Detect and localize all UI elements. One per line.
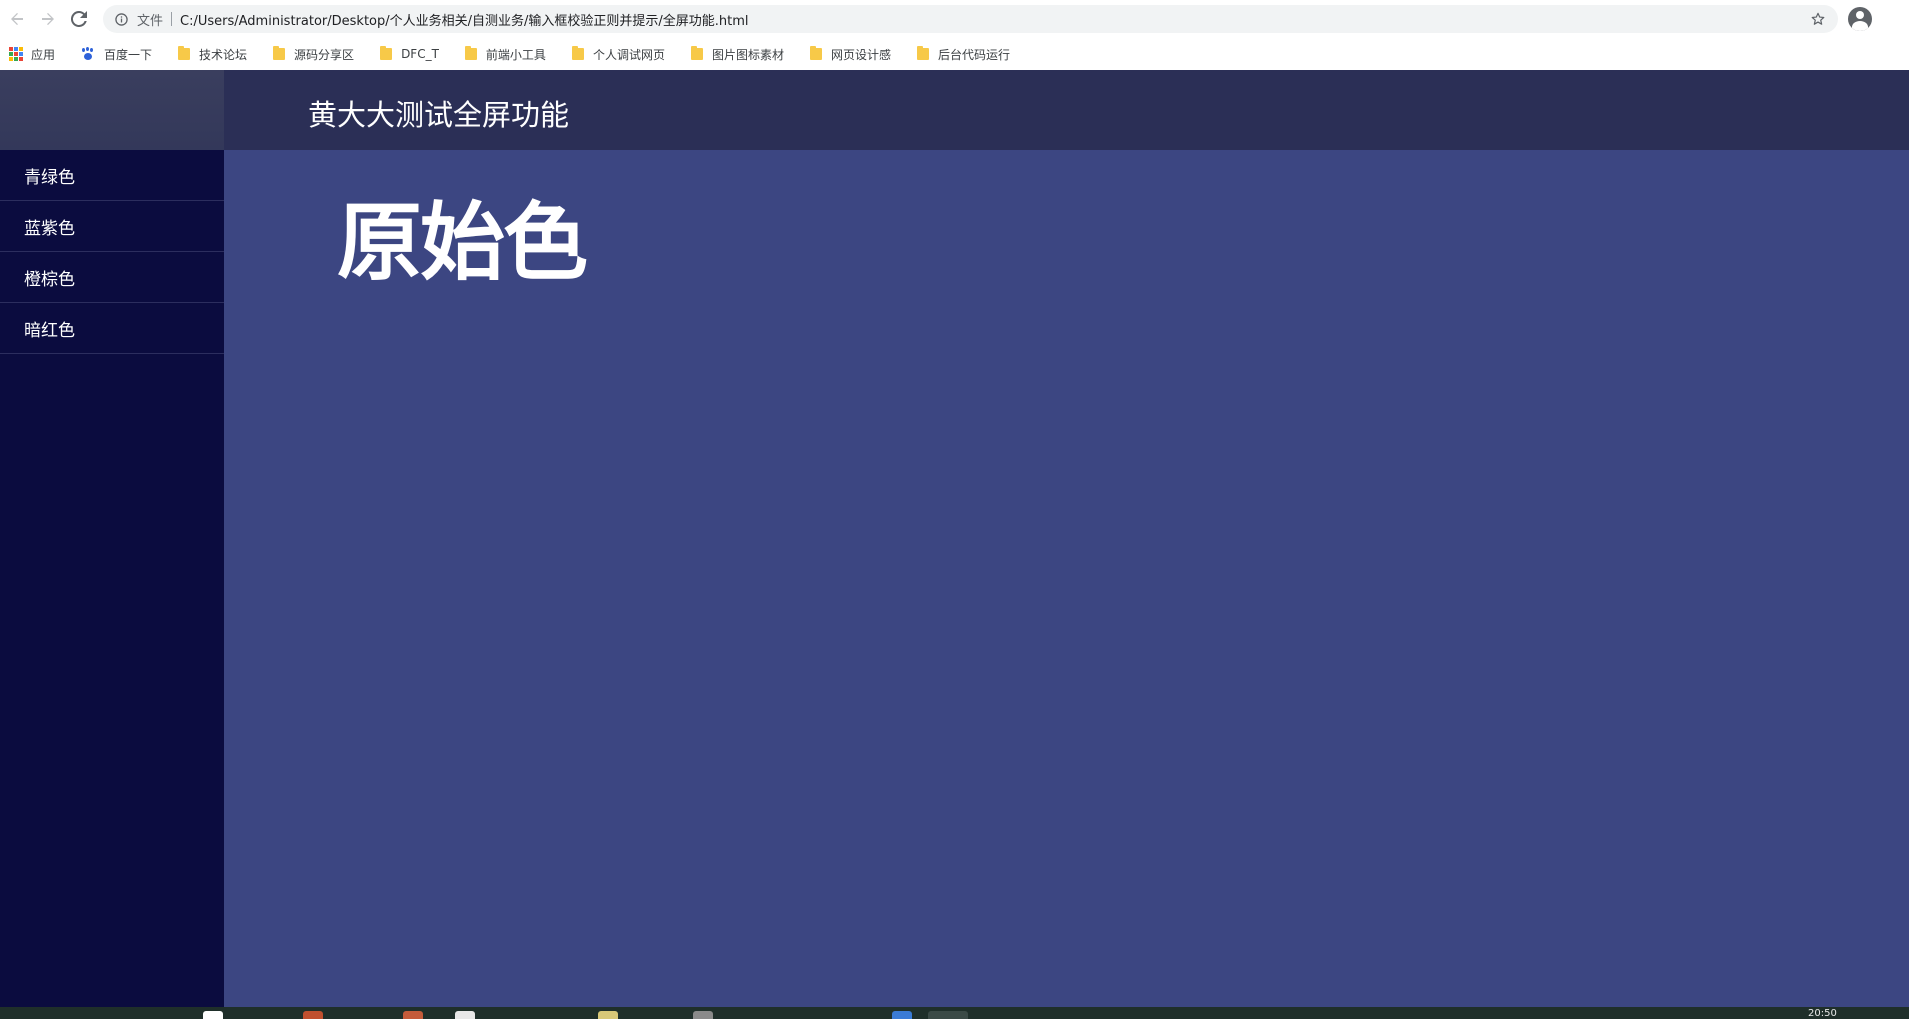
address-bar[interactable]: 文件 C:/Users/Administrator/Desktop/个人业务相关…	[103, 5, 1838, 33]
taskbar-app-icon[interactable]	[403, 1011, 423, 1019]
forward-button[interactable]	[34, 5, 62, 33]
folder-icon	[571, 46, 584, 60]
baidu-paw-icon	[81, 47, 95, 61]
folder-icon	[178, 46, 191, 60]
url-separator	[171, 12, 173, 26]
folder-icon	[916, 46, 929, 60]
folder-icon	[690, 46, 703, 60]
sidebar-item-cyan-green[interactable]: 青绿色	[0, 150, 224, 201]
bookmark-label: 后台代码运行	[937, 47, 1010, 62]
bookmark-folder[interactable]: 个人调试网页	[566, 41, 671, 67]
sidebar-item-orange-brown[interactable]: 橙棕色	[0, 252, 224, 303]
taskbar-app-icon[interactable]	[455, 1011, 475, 1019]
folder-icon	[464, 46, 477, 60]
browser-chrome: 文件 C:/Users/Administrator/Desktop/个人业务相关…	[0, 0, 1909, 70]
url-text[interactable]: C:/Users/Administrator/Desktop/个人业务相关/自测…	[180, 10, 749, 29]
bookmark-label: DFC_T	[401, 47, 439, 61]
logo-area	[0, 70, 224, 150]
page-title: 黄大大测试全屏功能	[308, 98, 570, 132]
account-avatar-icon[interactable]	[1848, 7, 1872, 31]
forward-arrow-icon	[42, 13, 54, 25]
reload-button[interactable]	[65, 5, 93, 33]
bookmark-label: 应用	[31, 47, 56, 62]
taskbar-app-icon[interactable]	[928, 1011, 968, 1019]
bookmark-label: 网页设计感	[830, 47, 891, 62]
apps-grid-icon	[9, 47, 23, 61]
bookmarks-bar: 应用 百度一下 技术论坛 源码分享区 DFC_T 前端小工具 个人调试网页 图片…	[0, 38, 1909, 70]
info-icon[interactable]	[113, 11, 129, 27]
bookmark-folder[interactable]: 源码分享区	[267, 41, 360, 67]
bookmark-folder[interactable]: 网页设计感	[804, 41, 897, 67]
bookmark-label: 技术论坛	[199, 47, 248, 62]
page: 黄大大测试全屏功能 青绿色 蓝紫色 橙棕色 暗红色 原始色	[0, 70, 1909, 1007]
taskbar-app-icon[interactable]	[693, 1011, 713, 1019]
bookmark-star-icon[interactable]	[1810, 11, 1826, 27]
bookmark-folder[interactable]: 后台代码运行	[911, 41, 1016, 67]
bookmark-folder[interactable]: 前端小工具	[459, 41, 552, 67]
sidebar: 青绿色 蓝紫色 橙棕色 暗红色	[0, 150, 224, 1007]
main-headline: 原始色	[337, 194, 588, 293]
top-header: 黄大大测试全屏功能	[0, 70, 1909, 150]
url-scheme-label: 文件	[137, 13, 164, 29]
bookmark-apps[interactable]: 应用	[3, 41, 61, 67]
taskbar-app-icon[interactable]	[203, 1011, 223, 1019]
taskbar-app-icon[interactable]	[303, 1011, 323, 1019]
bookmark-label: 图片图标素材	[711, 47, 784, 62]
main-content: 原始色	[224, 150, 1909, 1007]
bookmark-folder[interactable]: 图片图标素材	[685, 41, 790, 67]
reload-icon	[71, 11, 87, 27]
bookmark-label: 源码分享区	[294, 47, 355, 62]
taskbar-clock: 20:50	[1808, 1008, 1837, 1019]
taskbar-app-icon[interactable]	[892, 1011, 912, 1019]
bookmark-baidu[interactable]: 百度一下	[75, 41, 158, 67]
folder-icon	[380, 46, 393, 60]
bookmark-folder[interactable]: 技术论坛	[172, 41, 253, 67]
address-row: 文件 C:/Users/Administrator/Desktop/个人业务相关…	[0, 0, 1909, 38]
back-arrow-icon	[11, 13, 23, 25]
taskbar-app-icon[interactable]	[598, 1011, 618, 1019]
os-taskbar: 20:50	[0, 1007, 1909, 1019]
bookmark-label: 前端小工具	[485, 47, 546, 62]
sidebar-item-blue-purple[interactable]: 蓝紫色	[0, 201, 224, 252]
bookmark-folder[interactable]: DFC_T	[374, 41, 445, 67]
sidebar-item-dark-red[interactable]: 暗红色	[0, 303, 224, 354]
folder-icon	[809, 46, 822, 60]
bookmark-label: 百度一下	[104, 47, 153, 62]
folder-icon	[273, 46, 286, 60]
bookmark-label: 个人调试网页	[592, 47, 665, 62]
back-button[interactable]	[3, 5, 31, 33]
